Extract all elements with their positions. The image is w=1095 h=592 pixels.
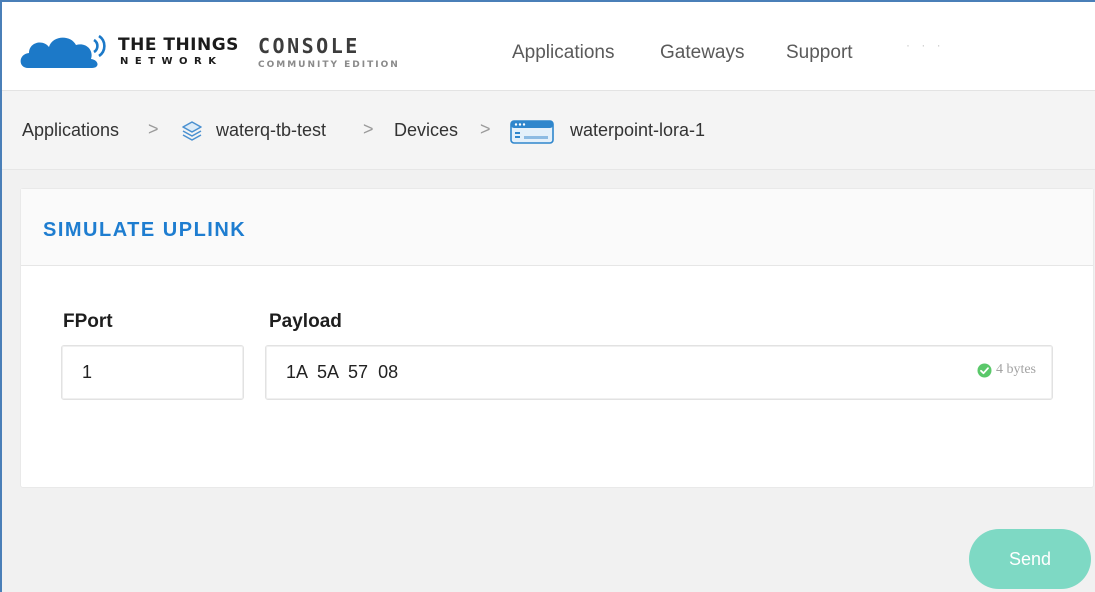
card-title: SIMULATE UPLINK [43, 219, 247, 241]
nav-gateways[interactable]: Gateways [660, 42, 744, 64]
send-button[interactable]: Send [969, 529, 1091, 589]
payload-label: Payload [269, 311, 342, 332]
payload-value: 1A 5A 57 08 [286, 362, 399, 382]
payload-size-indicator: 4 bytes [977, 362, 1036, 378]
breadcrumb-application[interactable]: waterq-tb-test [216, 120, 326, 141]
breadcrumb-device[interactable]: waterpoint-lora-1 [570, 120, 705, 141]
breadcrumb-separator: > [363, 119, 374, 139]
fport-input[interactable]: 1 [61, 345, 244, 400]
console-wordmark[interactable]: CONSOLE COMMUNITY EDITION [258, 36, 400, 71]
payload-input[interactable]: 1A 5A 57 08 4 bytes [265, 345, 1053, 400]
stack-icon [182, 121, 202, 141]
breadcrumb-separator: > [480, 119, 491, 139]
breadcrumb-devices[interactable]: Devices [394, 120, 458, 141]
payload-size: 4 bytes [995, 362, 1036, 377]
brand-subtitle: NETWORK [120, 56, 223, 67]
ttn-cloud-logo-icon[interactable] [20, 28, 110, 74]
device-icon [510, 120, 554, 144]
brand-title: THE THINGS [118, 35, 239, 55]
card-header: SIMULATE UPLINK [21, 189, 1093, 266]
console-edition: COMMUNITY EDITION [258, 60, 400, 70]
nav-support[interactable]: Support [786, 42, 853, 64]
fport-value: 1 [82, 362, 93, 382]
breadcrumb-separator: > [148, 119, 159, 139]
check-circle-icon [977, 363, 992, 377]
fport-label: FPort [63, 311, 113, 332]
console-title: CONSOLE [258, 34, 360, 58]
breadcrumb-applications[interactable]: Applications [22, 120, 119, 141]
nav-applications[interactable]: Applications [512, 42, 614, 64]
top-navigation-bar: THE THINGS NETWORK CONSOLE COMMUNITY EDI… [2, 2, 1095, 91]
user-menu[interactable]: · · · [906, 38, 945, 52]
brand-wordmark[interactable]: THE THINGS NETWORK [118, 36, 239, 68]
simulate-uplink-card: SIMULATE UPLINK FPort Payload 1 1A 5A 57… [20, 188, 1094, 488]
breadcrumb: Applications > waterq-tb-test > Devices … [2, 91, 1095, 170]
